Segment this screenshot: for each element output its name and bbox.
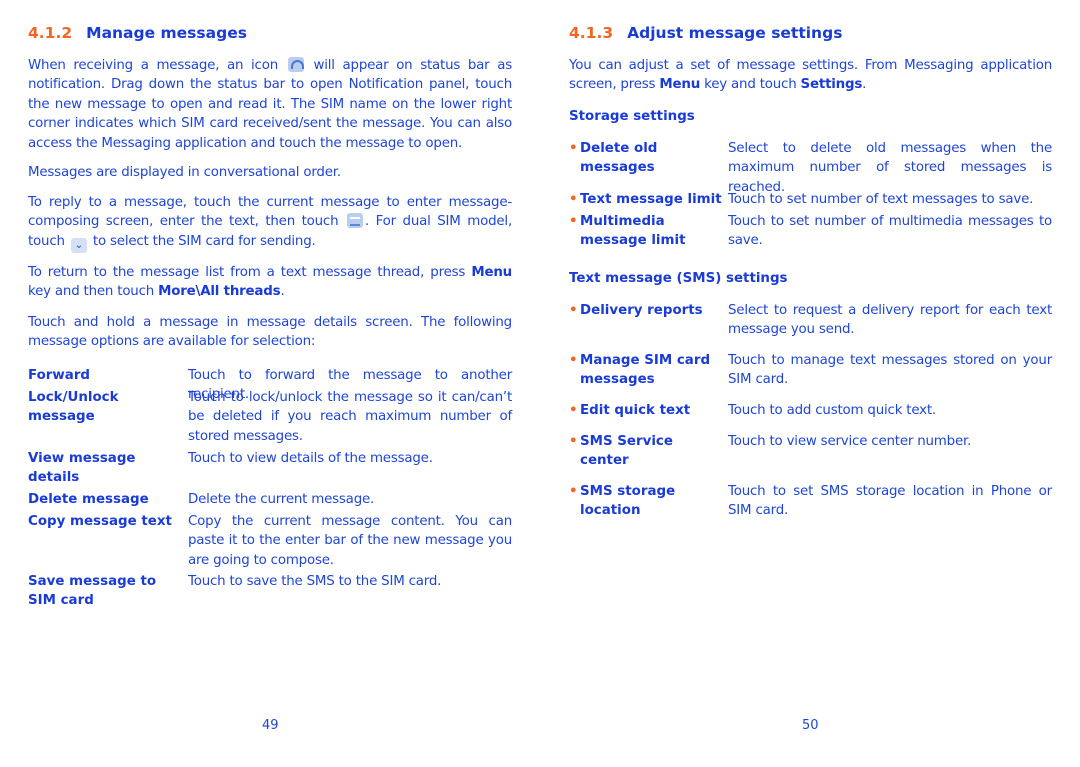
text: .: [862, 77, 867, 93]
menu-key-label: Menu: [471, 265, 512, 280]
text: When receiving a message, an icon: [28, 58, 278, 73]
text: .: [280, 284, 285, 300]
bullet-icon: •: [569, 214, 578, 229]
setting-term: Edit quick text: [580, 403, 691, 418]
option-term: Copy message text: [28, 514, 172, 529]
send-icon: [346, 213, 363, 229]
setting-desc: Touch to add custom quick text.: [728, 403, 936, 418]
setting-desc: Select to delete old messages when the m…: [728, 141, 1052, 195]
option-desc: Touch to save the SMS to the SIM card.: [188, 574, 442, 589]
setting-term: SMS Service center: [580, 434, 673, 469]
bullet-icon: •: [569, 141, 578, 156]
section-heading-adjust-settings: 4.1.3 Adjust message settings: [569, 24, 842, 42]
paragraph-intro: You can adjust a set of message settings…: [569, 56, 1052, 95]
option-term: Delete message: [28, 492, 149, 507]
menu-key-label: Menu: [659, 77, 701, 93]
text: To return to the message list from a tex…: [28, 265, 466, 280]
paragraph-reply: To reply to a message, touch the current…: [28, 193, 512, 253]
paragraph-return: To return to the message list from a tex…: [28, 263, 512, 302]
page-number-left: 49: [262, 718, 279, 733]
bullet-icon: •: [569, 303, 578, 318]
setting-term: Text message limit: [580, 192, 722, 207]
option-desc: Delete the current message.: [188, 492, 375, 507]
option-term: Lock/Unlock message: [28, 390, 119, 425]
setting-term: Delivery reports: [580, 303, 703, 318]
setting-desc: Touch to view service center number.: [728, 434, 972, 449]
paragraph-receiving: When receiving a message, an icon will a…: [28, 56, 512, 153]
paragraph-conversational: Messages are displayed in conversational…: [28, 165, 341, 180]
bullet-icon: •: [569, 403, 578, 418]
setting-desc: Select to request a delivery report for …: [728, 303, 1052, 338]
chevron-down-icon: ⌄: [70, 237, 87, 253]
setting-desc: Touch to manage text messages stored on …: [728, 353, 1052, 388]
option-desc: Copy the current message content. You ca…: [188, 514, 512, 568]
section-heading-manage-messages: 4.1.2 Manage messages: [28, 24, 247, 42]
text: key and then touch: [28, 284, 155, 300]
section-number: 4.1.2: [28, 24, 73, 42]
option-term: View message details: [28, 451, 136, 486]
setting-desc: Touch to set number of multimedia messag…: [728, 214, 1052, 249]
option-term: Save message to SIM card: [28, 574, 157, 609]
new-message-icon: [287, 57, 304, 72]
bullet-icon: •: [569, 192, 578, 207]
settings-label: Settings: [800, 77, 863, 93]
setting-term: SMS storage location: [580, 484, 676, 519]
setting-term: Manage SIM card messages: [580, 353, 711, 388]
section-title: Adjust message settings: [627, 24, 843, 42]
sms-settings-heading: Text message (SMS) settings: [569, 271, 788, 286]
section-title: Manage messages: [86, 24, 247, 42]
bullet-icon: •: [569, 434, 578, 449]
setting-term: Delete old messages: [580, 141, 658, 176]
setting-term: Multimedia message limit: [580, 214, 686, 249]
bullet-icon: •: [569, 353, 578, 368]
paragraph-touch-hold: Touch and hold a message in message deta…: [28, 315, 512, 350]
text: key and touch: [704, 77, 797, 93]
text: to select the SIM card for sending.: [92, 233, 316, 249]
bullet-icon: •: [569, 484, 578, 499]
option-desc: Touch to lock/unlock the message so it c…: [188, 390, 512, 444]
option-term: Forward: [28, 368, 91, 383]
storage-settings-heading: Storage settings: [569, 109, 695, 124]
all-threads-label: More\All threads: [158, 284, 281, 300]
option-desc: Touch to view details of the message.: [188, 451, 433, 466]
section-number: 4.1.3: [569, 24, 614, 42]
setting-desc: Touch to set SMS storage location in Pho…: [728, 484, 1052, 519]
page-number-right: 50: [802, 718, 819, 733]
setting-desc: Touch to set number of text messages to …: [728, 192, 1034, 207]
